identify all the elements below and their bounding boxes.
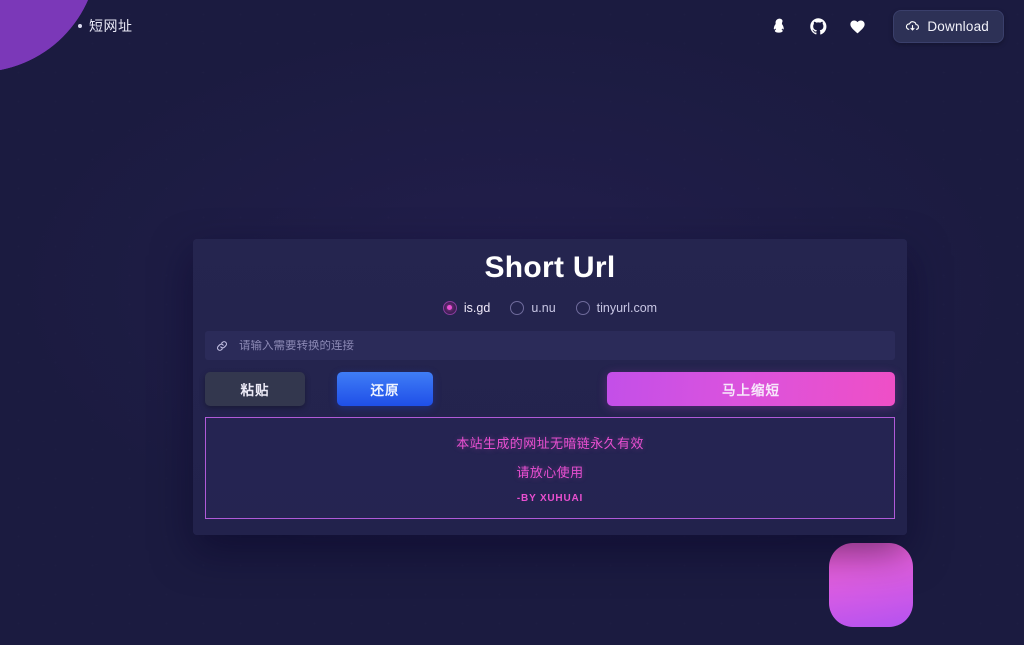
brand-bullet-icon [78, 24, 82, 28]
radio-option-isgd[interactable]: is.gd [442, 301, 491, 315]
radio-indicator-tinyurl[interactable] [575, 301, 590, 315]
notice-line-1: 本站生成的网址无暗链永久有效 [456, 435, 644, 451]
decorative-squircle-bottom-right [829, 543, 913, 627]
download-button[interactable]: Download [893, 9, 1004, 43]
cloud-download-icon [905, 19, 920, 34]
radio-label-tinyurl: tinyurl.com [596, 301, 658, 315]
shorten-button[interactable]: 马上缩短 [607, 372, 895, 406]
radio-indicator-isgd[interactable] [442, 301, 457, 315]
notice-line-2: 请放心使用 [516, 464, 584, 480]
top-header-bar: 短网址 Download [0, 0, 1024, 52]
radio-label-isgd: is.gd [463, 301, 491, 315]
qq-icon[interactable] [768, 15, 790, 37]
short-url-card: Short Url is.gd u.nu tinyurl.com 请输入需要转换… [193, 239, 907, 535]
radio-option-unu[interactable]: u.nu [510, 301, 556, 315]
restore-button[interactable]: 还原 [337, 372, 433, 406]
link-icon [215, 339, 229, 353]
radio-indicator-unu[interactable] [510, 301, 525, 315]
github-icon[interactable] [807, 15, 829, 37]
url-input-wrapper[interactable] [205, 331, 895, 360]
paste-button[interactable]: 粘贴 [205, 372, 305, 406]
brand: 短网址 [78, 16, 133, 36]
action-button-row: 粘贴 还原 马上缩短 [205, 372, 895, 406]
download-button-label: Download [927, 18, 989, 34]
radio-option-tinyurl[interactable]: tinyurl.com [575, 301, 658, 315]
heart-icon[interactable] [846, 15, 868, 37]
provider-radio-group: is.gd u.nu tinyurl.com [193, 301, 907, 315]
brand-label: 短网址 [89, 18, 133, 34]
page-title: Short Url [484, 251, 616, 284]
notice-box: 本站生成的网址无暗链永久有效 请放心使用 -BY XUHUAI [205, 417, 895, 519]
url-input[interactable] [239, 339, 885, 352]
page-background: 短网址 Download Short Url is.gd u.nu tinyur… [0, 0, 1024, 645]
radio-label-unu: u.nu [531, 301, 556, 315]
header-actions: Download [768, 9, 1004, 43]
notice-signature: -BY XUHUAI [516, 492, 584, 504]
